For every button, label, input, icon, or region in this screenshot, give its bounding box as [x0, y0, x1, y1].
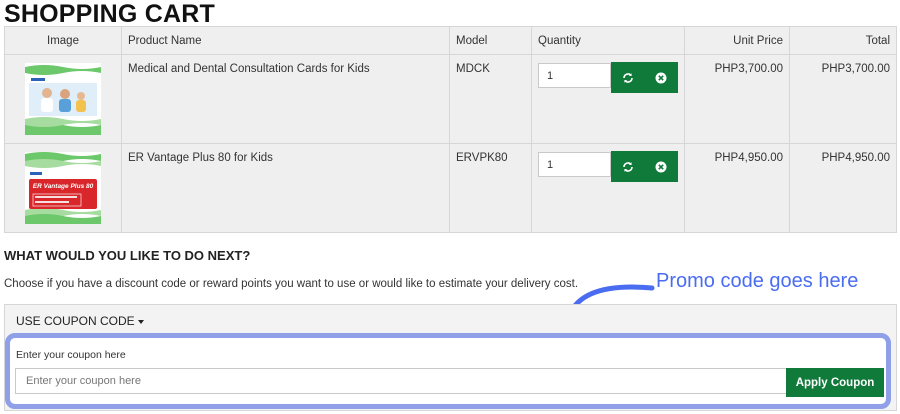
column-header-model: Model	[449, 26, 532, 55]
page-title: SHOPPING CART	[4, 0, 215, 28]
annotation-callout: Promo code goes here	[656, 270, 859, 292]
remove-circle-icon	[655, 161, 667, 172]
product-name-link[interactable]: ER Vantage Plus 80 for Kids	[128, 152, 273, 164]
product-name-cell: Medical and Dental Consultation Cards fo…	[121, 54, 450, 144]
column-header-quantity: Quantity	[531, 26, 685, 55]
apply-coupon-button[interactable]: Apply Coupon	[786, 368, 884, 397]
remove-button[interactable]	[652, 158, 670, 176]
total-cell: PHP4,950.00	[789, 143, 897, 233]
coupon-input[interactable]	[15, 368, 787, 394]
image-cell	[4, 54, 122, 144]
next-steps-description: Choose if you have a discount code or re…	[4, 278, 579, 290]
coupon-toggle[interactable]: USE COUPON CODE	[16, 314, 144, 328]
unit-price-cell: PHP4,950.00	[684, 143, 790, 233]
column-header-unit-price: Unit Price	[684, 26, 790, 55]
model-cell: MDCK	[449, 54, 532, 144]
table-header-row: Image Product Name Model Quantity Unit P…	[4, 26, 897, 55]
total-cell: PHP3,700.00	[789, 54, 897, 144]
unit-price-cell: PHP3,700.00	[684, 54, 790, 144]
table-row: ER Vantage Plus 80 ER Vantage Plus 80 fo…	[4, 143, 897, 233]
coupon-field-label: Enter your coupon here	[16, 349, 126, 361]
product-name-cell: ER Vantage Plus 80 for Kids	[121, 143, 450, 233]
coupon-toggle-label: USE COUPON CODE	[16, 314, 135, 328]
product-thumbnail-red-card: ER Vantage Plus 80	[25, 152, 101, 224]
card-text: ER Vantage Plus 80	[33, 183, 94, 190]
table-row: Medical and Dental Consultation Cards fo…	[4, 54, 897, 144]
refresh-icon	[622, 161, 633, 172]
product-thumbnail-family-photo	[25, 63, 101, 135]
product-thumbnail-link[interactable]: ER Vantage Plus 80	[25, 152, 101, 224]
remove-circle-icon	[655, 72, 667, 83]
model-cell: ERVPK80	[449, 143, 532, 233]
quantity-group	[538, 151, 678, 182]
quantity-cell	[531, 54, 685, 144]
refresh-icon	[622, 72, 633, 83]
product-thumbnail-link[interactable]	[25, 63, 101, 135]
quantity-actions	[611, 62, 678, 93]
product-name-link[interactable]: Medical and Dental Consultation Cards fo…	[128, 63, 370, 75]
update-button[interactable]	[619, 158, 637, 176]
quantity-input[interactable]	[538, 63, 611, 88]
image-cell: ER Vantage Plus 80	[4, 143, 122, 233]
quantity-group	[538, 62, 678, 93]
quantity-input[interactable]	[538, 152, 611, 177]
column-header-image: Image	[4, 26, 122, 55]
update-button[interactable]	[619, 69, 637, 87]
caret-down-icon	[137, 319, 144, 324]
cart-table: Image Product Name Model Quantity Unit P…	[4, 26, 897, 233]
column-header-product-name: Product Name	[121, 26, 450, 55]
quantity-actions	[611, 151, 678, 182]
remove-button[interactable]	[652, 69, 670, 87]
column-header-total: Total	[789, 26, 897, 55]
quantity-cell	[531, 143, 685, 233]
next-steps-heading: WHAT WOULD YOU LIKE TO DO NEXT?	[4, 248, 251, 263]
